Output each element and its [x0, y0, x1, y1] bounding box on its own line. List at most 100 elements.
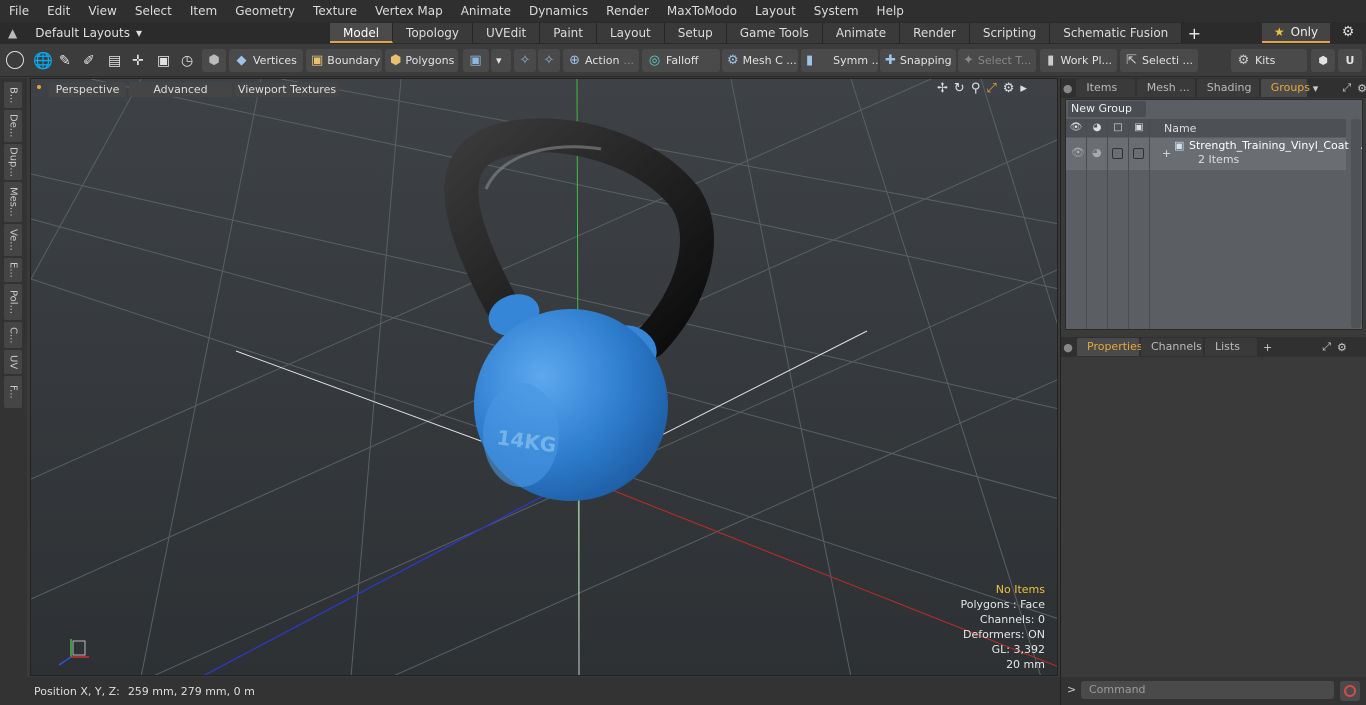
settings-icon[interactable]: ⚙ [1003, 81, 1015, 96]
menu-edit[interactable]: Edit [38, 0, 79, 22]
unreal-icon[interactable]: U [1338, 49, 1362, 72]
tab-setup[interactable]: Setup [664, 23, 727, 43]
menu-item[interactable]: Item [181, 0, 226, 22]
selection-sets-button[interactable]: ⇱ Selecti ... [1120, 49, 1198, 72]
tab-paint[interactable]: Paint [540, 23, 597, 43]
left-tab-mesh-edit[interactable]: Mes... [4, 182, 22, 222]
menu-vertex-map[interactable]: Vertex Map [366, 0, 452, 22]
visibility-eye-icon[interactable]: 👁 [1071, 146, 1085, 159]
move-icon[interactable]: ✢ [937, 81, 948, 96]
falloff-button[interactable]: ◎ Falloff [642, 49, 720, 72]
tab-shading[interactable]: Shading [1196, 79, 1259, 97]
select-checkbox[interactable] [1133, 148, 1144, 159]
pen-icon[interactable]: ✎ [54, 49, 76, 72]
kettlebell-model[interactable]: 14KG [444, 118, 714, 501]
unity-icon[interactable]: ⬢ [1311, 49, 1335, 72]
left-tab-fusion[interactable]: F... [4, 376, 22, 408]
symmetry-button[interactable]: ▮ Symm ... [801, 49, 878, 72]
tab-properties[interactable]: Properties [1077, 338, 1143, 356]
fit-icon[interactable]: ⤢ [986, 81, 996, 96]
lock-checkbox[interactable] [1112, 148, 1123, 159]
left-tab-vertex[interactable]: Ve... [4, 224, 22, 256]
tab-render[interactable]: Render [900, 23, 970, 43]
menu-texture[interactable]: Texture [304, 0, 366, 22]
only-toggle[interactable]: ★ Only [1262, 23, 1330, 43]
zoom-icon[interactable]: ⚲ [971, 81, 981, 96]
add-tab-icon[interactable]: + [1263, 341, 1272, 354]
new-group-button[interactable]: New Group [1068, 101, 1146, 117]
tab-scripting[interactable]: Scripting [969, 23, 1051, 43]
menu-render[interactable]: Render [597, 0, 658, 22]
menu-geometry[interactable]: Geometry [226, 0, 304, 22]
boundary-button[interactable]: ▣ Boundary [306, 49, 382, 72]
transform-icon[interactable]: ✛ [127, 49, 149, 72]
clock-icon[interactable]: ◷ [176, 49, 198, 72]
pivot-icon[interactable]: ✧ [538, 49, 560, 72]
gear-icon[interactable]: ⚙ [1338, 24, 1358, 42]
tab-game-tools[interactable]: Game Tools [726, 23, 823, 43]
frame-icon[interactable]: ▣ [152, 49, 174, 72]
menu-maxtomodo[interactable]: MaxToModo [658, 0, 746, 22]
tab-channels[interactable]: Channels [1141, 338, 1203, 356]
kits-button[interactable]: ⚙ Kits [1231, 49, 1307, 72]
symmetry-icon[interactable]: ✧ [514, 49, 536, 72]
polygons-button[interactable]: ⬢ Polygons [385, 49, 458, 72]
tab-lists[interactable]: Lists [1205, 338, 1257, 356]
panel-gear-icon[interactable]: ⚙ [1337, 341, 1347, 354]
rotate-icon[interactable]: ↻ [954, 81, 965, 96]
mesh-constraint-button[interactable]: ⚙ Mesh C ... [722, 49, 798, 72]
command-input[interactable]: Command [1081, 681, 1334, 699]
expand-arrow-icon[interactable]: ▸ [1020, 81, 1027, 96]
lock-header-icon[interactable]: □ [1108, 119, 1129, 137]
vertices-button[interactable]: ◆ Vertices [229, 49, 303, 72]
action-center-button[interactable]: ⊕ Action... [563, 49, 639, 72]
left-tab-edge[interactable]: E... [4, 258, 22, 282]
select-header-icon[interactable]: ▣ [1129, 119, 1150, 137]
panel-gear-icon[interactable]: ⚙ [1357, 82, 1366, 95]
3d-viewport[interactable]: 14KG Perspective Advanced Viewport Textu… [30, 78, 1058, 676]
menu-layout[interactable]: Layout [746, 0, 805, 22]
viewport-textures-button[interactable]: Viewport Textures [235, 82, 339, 97]
menu-help[interactable]: Help [868, 0, 913, 22]
expand-panel-icon[interactable]: ⤢ [1342, 81, 1351, 95]
tab-items[interactable]: Items [1076, 79, 1135, 97]
align-icon[interactable]: ▤ [103, 49, 125, 72]
menu-animate[interactable]: Animate [452, 0, 520, 22]
advanced-button[interactable]: Advanced [129, 82, 232, 97]
visibility-header-icon[interactable]: 👁 [1066, 119, 1087, 137]
menu-view[interactable]: View [79, 0, 125, 22]
globe-icon[interactable]: 🌐 [28, 49, 52, 72]
item-mode-button[interactable]: ▣ [463, 49, 489, 72]
groups-scrollbar[interactable] [1351, 119, 1361, 328]
menu-select[interactable]: Select [126, 0, 181, 22]
left-tab-curve[interactable]: C... [4, 322, 22, 348]
expand-panel-icon[interactable]: ⤢ [1322, 340, 1331, 354]
record-button[interactable] [1340, 681, 1360, 701]
tab-topology[interactable]: Topology [393, 23, 474, 43]
tab-animate[interactable]: Animate [822, 23, 901, 43]
tab-schematic-fusion[interactable]: Schematic Fusion [1050, 23, 1183, 43]
left-tab-duplicate[interactable]: Dup... [4, 144, 22, 180]
mode-dropdown[interactable]: ▾ [491, 49, 511, 72]
left-tab-polygon[interactable]: Pol... [4, 284, 22, 320]
expand-plus-icon[interactable]: + [1162, 147, 1171, 160]
tab-model[interactable]: Model [330, 23, 394, 43]
tab-uvedit[interactable]: UVEdit [473, 23, 541, 43]
menu-system[interactable]: System [805, 0, 868, 22]
brush-icon[interactable]: ✐ [78, 49, 100, 72]
select-circle-icon[interactable] [6, 51, 24, 69]
snapping-button[interactable]: ✚ Snapping [880, 49, 956, 72]
tab-mesh[interactable]: Mesh ... [1136, 79, 1195, 97]
select-through-button[interactable]: ✦ Select T... [958, 49, 1036, 72]
layouts-dropdown[interactable]: ▲ Default Layouts ▾ [0, 26, 330, 40]
group-row[interactable]: 👁 ◕ + ▣ Strength_Training_Vinyl_Coat ...… [1066, 138, 1363, 170]
left-tab-basic[interactable]: B... [4, 82, 22, 108]
perspective-button[interactable]: Perspective [49, 82, 126, 97]
shield-icon[interactable]: ⬢ [202, 49, 226, 72]
left-tab-deform[interactable]: De... [4, 110, 22, 142]
menu-file[interactable]: File [0, 0, 38, 22]
work-plane-button[interactable]: ▮ Work Pl... [1040, 49, 1117, 72]
tab-layout[interactable]: Layout [596, 23, 665, 43]
chevron-down-icon[interactable]: ▾ [1313, 82, 1319, 95]
tab-groups[interactable]: Groups [1260, 79, 1310, 97]
